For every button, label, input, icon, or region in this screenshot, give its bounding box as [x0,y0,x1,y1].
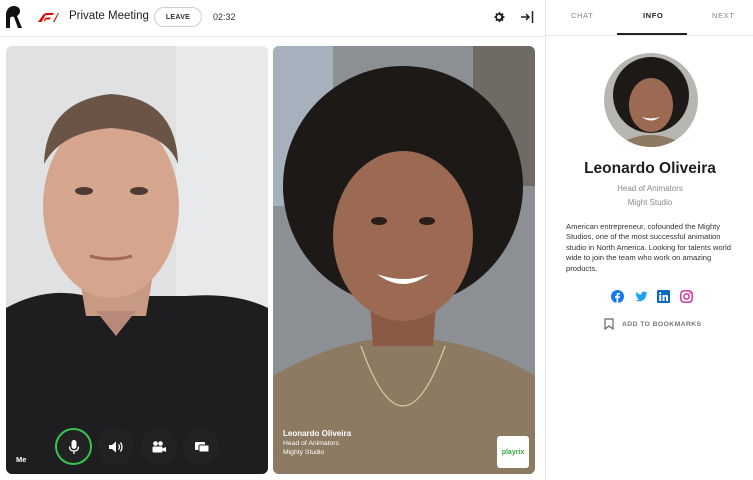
tab-chat[interactable]: CHAT [571,11,593,20]
call-timer: 02:32 [213,12,236,22]
microphone-button[interactable] [55,428,92,465]
profile-role: Head of Animators [617,184,683,193]
guest-company: Mighty Studio [283,449,325,456]
self-video-feed [6,46,268,474]
panel-tabs: CHAT INFO NEXT [546,0,753,36]
profile-name: Leonardo Oliveira [584,160,716,177]
tab-next[interactable]: NEXT [712,11,734,20]
guest-name: Leonardo Oliveira [283,429,352,438]
tab-info[interactable]: INFO [643,11,663,20]
speaker-icon [108,441,123,452]
guest-caption: Leonardo Oliveira Head of Animators Migh… [283,429,351,456]
video-self: Me [6,46,268,474]
active-tab-indicator [617,33,687,35]
video-guest: Leonardo Oliveira Head of Animators Migh… [273,46,535,474]
guest-video-feed [273,46,535,474]
f1-logo-icon [38,13,59,22]
top-bar-divider [0,36,545,37]
leave-button[interactable]: LEAVE [154,7,202,27]
profile-bio: American entrepreneur, cofounded the Mig… [566,222,732,273]
add-to-bookmarks-button[interactable]: ADD TO BOOKMARKS [604,318,702,330]
speaker-button[interactable] [97,428,134,465]
gear-icon[interactable] [492,10,506,24]
meeting-title: Private Meeting [69,10,149,22]
facebook-icon[interactable] [611,290,624,303]
info-panel: CHAT INFO NEXT Leonardo Oliveira Head of… [545,0,753,480]
exit-icon[interactable] [520,10,534,24]
bookmark-label: ADD TO BOOKMARKS [622,320,702,328]
microphone-icon [68,439,79,454]
linkedin-icon[interactable] [657,290,670,303]
screen-share-button[interactable] [183,428,220,465]
playrix-logo: playrix [497,436,529,468]
camera-button[interactable] [140,428,177,465]
profile-avatar [604,53,698,147]
profile-company: Might Studio [627,198,673,207]
guest-role: Head of Animators [283,440,339,447]
top-bar: Private Meeting LEAVE 02:32 [0,0,545,36]
self-label: Me [16,455,27,464]
bookmark-icon [604,318,614,330]
video-camera-icon [152,440,166,452]
twitter-icon[interactable] [635,290,648,303]
screen-share-icon [194,441,209,452]
app-logo-icon[interactable] [6,6,22,28]
instagram-icon[interactable] [680,290,693,303]
